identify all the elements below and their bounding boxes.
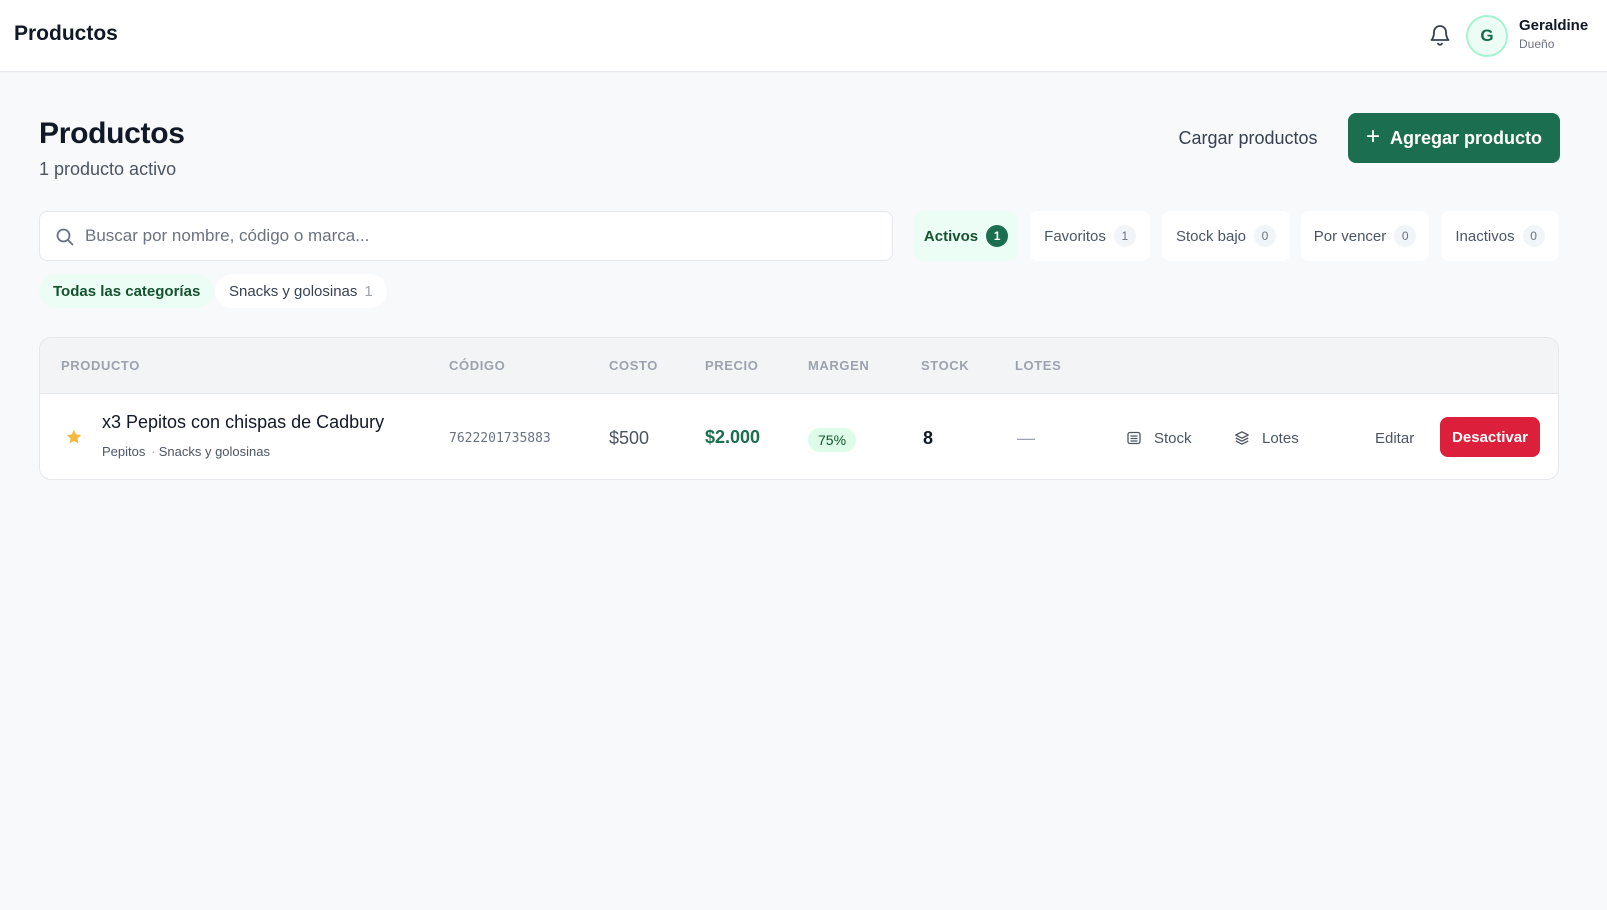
load-products-button[interactable]: Cargar productos — [1170, 113, 1326, 163]
stock-action-button[interactable]: Stock — [1126, 418, 1192, 458]
top-bar: Productos G Geraldine Dueño — [0, 0, 1607, 72]
category-label: Todas las categorías — [53, 282, 201, 300]
search-box — [39, 211, 893, 261]
filter-count-badge: 1 — [1113, 225, 1136, 247]
stock-action-label: Stock — [1154, 429, 1192, 447]
column-header-margen: MARGEN — [808, 358, 870, 373]
filter-label: Por vencer — [1313, 227, 1387, 245]
product-name[interactable]: x3 Pepitos con chispas de Cadbury — [102, 412, 384, 433]
product-brand: Pepitos — [102, 444, 146, 459]
lots-action-label: Lotes — [1262, 429, 1299, 447]
filter-tab-stock-bajo[interactable]: Stock bajo 0 — [1162, 211, 1290, 261]
user-name: Geraldine — [1519, 17, 1589, 34]
column-header-costo: COSTO — [609, 358, 658, 373]
notification-bell-icon[interactable] — [1428, 22, 1452, 48]
meta-separator: · — [151, 444, 156, 459]
add-product-label: Agregar producto — [1390, 127, 1543, 148]
filter-label: Activos — [923, 227, 979, 245]
column-header-producto: PRODUCTO — [61, 358, 140, 373]
column-header-lotes: LOTES — [1015, 358, 1062, 373]
stock-icon — [1127, 431, 1141, 445]
column-header-codigo: CÓDIGO — [449, 358, 506, 373]
favorite-star-icon[interactable] — [65, 428, 83, 446]
product-code: 7622201735883 — [449, 431, 551, 446]
filter-count-badge: 0 — [1394, 225, 1417, 247]
category-chip-all[interactable]: Todas las categorías — [39, 274, 215, 308]
table-row: x3 Pepitos con chispas de Cadbury Pepito… — [40, 394, 1558, 479]
product-meta: Pepitos · Snacks y golosinas — [102, 444, 270, 459]
product-cost: $500 — [609, 428, 650, 448]
lots-action-button[interactable]: Lotes — [1234, 418, 1299, 458]
filter-tab-favoritos[interactable]: Favoritos 1 — [1030, 211, 1150, 261]
filter-tab-activos[interactable]: Activos 1 — [914, 211, 1018, 261]
column-header-precio: PRECIO — [705, 358, 759, 373]
filter-tab-por-vencer[interactable]: Por vencer 0 — [1301, 211, 1429, 261]
page-subtitle: 1 producto activo — [39, 159, 177, 179]
product-price: $2.000 — [705, 427, 761, 447]
plus-icon: + — [1365, 122, 1380, 150]
edit-button[interactable]: Editar — [1375, 418, 1414, 458]
product-category: Snacks y golosinas — [158, 444, 270, 459]
search-input[interactable] — [85, 212, 875, 260]
filter-tab-inactivos[interactable]: Inactivos 0 — [1441, 211, 1559, 261]
table-header: PRODUCTO CÓDIGO COSTO PRECIO MARGEN STOC… — [40, 338, 1558, 394]
app-title: Productos — [14, 22, 118, 45]
layers-icon — [1235, 431, 1249, 445]
deactivate-button[interactable]: Desactivar — [1440, 417, 1540, 457]
filter-count-badge: 1 — [986, 225, 1009, 247]
user-role: Dueño — [1519, 37, 1555, 51]
category-label: Snacks y golosinas — [229, 282, 358, 300]
margin-badge: 75% — [808, 428, 857, 452]
add-product-button[interactable]: + Agregar producto — [1348, 113, 1560, 163]
filter-label: Stock bajo — [1175, 227, 1247, 245]
page-title: Productos — [39, 117, 185, 150]
products-table: PRODUCTO CÓDIGO COSTO PRECIO MARGEN STOC… — [39, 337, 1559, 480]
avatar[interactable]: G — [1466, 15, 1508, 57]
category-count: 1 — [364, 282, 373, 300]
product-stock: 8 — [923, 428, 934, 448]
column-header-stock: STOCK — [921, 358, 970, 373]
filter-label: Favoritos — [1044, 227, 1106, 245]
filter-count-badge: 0 — [1254, 225, 1277, 247]
product-lots: — — [1017, 428, 1035, 448]
category-chip-snacks[interactable]: Snacks y golosinas 1 — [215, 274, 387, 308]
filter-label: Inactivos — [1455, 227, 1515, 245]
filter-count-badge: 0 — [1522, 225, 1545, 247]
search-icon — [56, 228, 74, 246]
